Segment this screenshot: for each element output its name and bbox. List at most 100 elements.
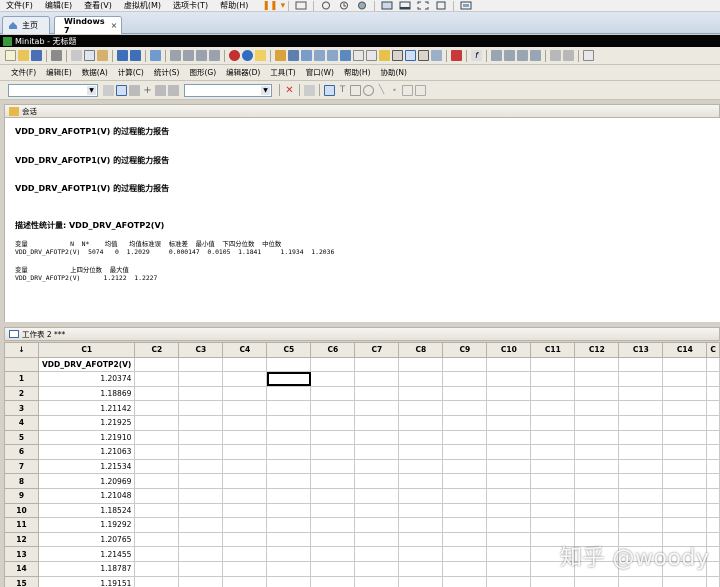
data-cell[interactable]: [310, 517, 356, 533]
data-cell[interactable]: [354, 560, 400, 577]
data-cell[interactable]: [222, 560, 268, 577]
data-cell[interactable]: 1.20969: [37, 473, 136, 489]
cut-icon[interactable]: [71, 50, 82, 61]
data-cell[interactable]: [178, 371, 224, 387]
data-cell[interactable]: [398, 531, 444, 548]
column-name-cell[interactable]: [266, 356, 312, 373]
data-cell[interactable]: [398, 414, 444, 431]
data-cell[interactable]: [398, 473, 444, 489]
data-cell[interactable]: [310, 531, 356, 548]
host-menu-vm[interactable]: 虚拟机(M): [118, 0, 167, 12]
data-cell[interactable]: [618, 414, 664, 431]
data-cell[interactable]: [354, 429, 400, 446]
marker-tool-icon[interactable]: •: [389, 85, 400, 96]
data-cell[interactable]: [134, 371, 180, 387]
data-cell[interactable]: [354, 575, 400, 587]
polyline-tool-icon[interactable]: [415, 84, 426, 96]
line-tool-icon[interactable]: ╲: [376, 85, 387, 96]
data-cell[interactable]: [662, 517, 708, 533]
data-cell[interactable]: [178, 429, 224, 446]
row-number[interactable]: 10: [4, 502, 39, 519]
column-name-cell[interactable]: [222, 356, 268, 373]
insert-columns-icon[interactable]: [196, 50, 207, 61]
polygon-tool-icon[interactable]: [402, 84, 413, 96]
data-cell[interactable]: [662, 502, 708, 519]
data-cell[interactable]: [618, 371, 664, 387]
zoom-icon[interactable]: [304, 84, 315, 96]
row-number[interactable]: 14: [4, 560, 39, 577]
data-cell[interactable]: [486, 546, 532, 562]
column-header[interactable]: C7: [354, 342, 400, 358]
report-pad-icon[interactable]: [340, 50, 351, 61]
column-name-cell[interactable]: [310, 356, 356, 373]
data-cell[interactable]: [134, 531, 180, 548]
flip-icon[interactable]: [168, 84, 179, 96]
data-cell[interactable]: [530, 487, 576, 504]
column-header[interactable]: C10: [486, 342, 532, 358]
print-icon[interactable]: [51, 50, 62, 61]
data-cell[interactable]: [662, 400, 708, 416]
data-cell[interactable]: [310, 385, 356, 402]
data-cell[interactable]: [310, 560, 356, 577]
data-cell[interactable]: [398, 546, 444, 562]
data-cell[interactable]: [442, 414, 488, 431]
row-number[interactable]: 11: [4, 517, 39, 533]
annotation-select-icon[interactable]: [324, 84, 335, 96]
data-cell[interactable]: [134, 502, 180, 519]
data-cell[interactable]: 1.19151: [37, 575, 136, 587]
data-cell[interactable]: [222, 414, 268, 431]
data-cell[interactable]: [134, 458, 180, 475]
data-cell[interactable]: [486, 400, 532, 416]
data-cell[interactable]: [310, 575, 356, 587]
select-cursor-icon[interactable]: [116, 84, 127, 96]
row-number[interactable]: 8: [4, 473, 39, 489]
sort-icon[interactable]: [517, 50, 528, 61]
data-cell[interactable]: [398, 429, 444, 446]
data-cell[interactable]: [442, 502, 488, 519]
menu-file[interactable]: 文件(F): [6, 65, 41, 81]
data-cell[interactable]: [530, 517, 576, 533]
data-cell[interactable]: 1.20374: [37, 371, 136, 387]
data-cell[interactable]: [442, 429, 488, 446]
host-menu-view[interactable]: 查看(V): [78, 0, 118, 12]
column-name-cell[interactable]: [178, 356, 224, 373]
data-cell[interactable]: [178, 502, 224, 519]
data-cell[interactable]: [662, 429, 708, 446]
data-cell[interactable]: [134, 575, 180, 587]
column-name-cell[interactable]: [706, 356, 720, 373]
column-header[interactable]: C3: [178, 342, 224, 358]
data-cell[interactable]: [574, 444, 620, 460]
data-cell[interactable]: [310, 414, 356, 431]
data-cell[interactable]: [354, 487, 400, 504]
send-keys-icon[interactable]: [295, 1, 307, 10]
data-cell[interactable]: [354, 400, 400, 416]
data-cell[interactable]: [134, 400, 180, 416]
column-header[interactable]: C2: [134, 342, 180, 358]
menu-edit[interactable]: 编辑(E): [41, 65, 77, 81]
data-cell[interactable]: [486, 517, 532, 533]
data-cell[interactable]: [398, 385, 444, 402]
data-cell[interactable]: [486, 444, 532, 460]
data-cell[interactable]: [662, 371, 708, 387]
data-cell[interactable]: [354, 473, 400, 489]
row-number[interactable]: 13: [4, 546, 39, 562]
data-cell[interactable]: [398, 502, 444, 519]
info-icon[interactable]: [314, 50, 325, 61]
data-cell[interactable]: [398, 487, 444, 504]
assistant-icon[interactable]: [255, 50, 266, 61]
data-cell[interactable]: 1.18524: [37, 502, 136, 519]
data-cell[interactable]: [354, 444, 400, 460]
data-cell[interactable]: 1.21455: [37, 546, 136, 562]
graph-font-select[interactable]: ▼: [184, 83, 272, 97]
console-view-icon[interactable]: [381, 1, 393, 10]
data-cell[interactable]: [134, 517, 180, 533]
data-cell[interactable]: [662, 473, 708, 489]
data-cell[interactable]: [486, 473, 532, 489]
row-number[interactable]: 7: [4, 458, 39, 475]
row-number[interactable]: 1: [4, 371, 39, 387]
data-cell[interactable]: [530, 414, 576, 431]
column-header[interactable]: C12: [574, 342, 620, 358]
thumbnail-view-icon[interactable]: [399, 1, 411, 10]
data-cell[interactable]: [222, 487, 268, 504]
column-name-cell[interactable]: [662, 356, 708, 373]
